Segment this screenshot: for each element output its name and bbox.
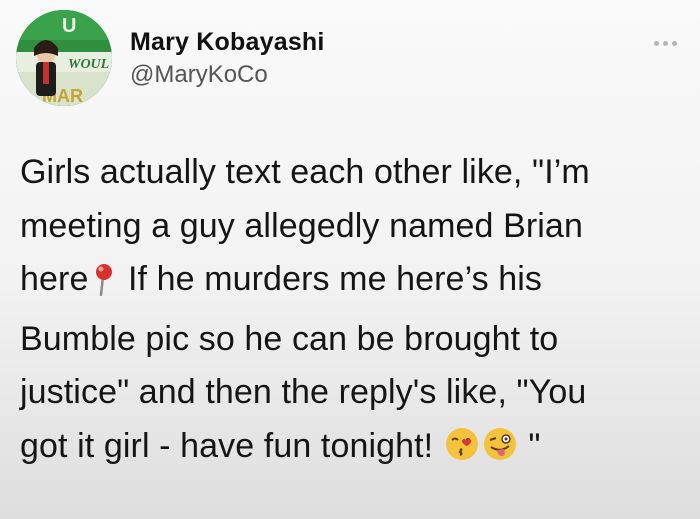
user-handle[interactable]: @MaryKoCo — [130, 60, 325, 90]
more-dot — [672, 40, 677, 46]
tweet-text-segment: here — [20, 260, 89, 298]
svg-text:U: U — [62, 15, 76, 37]
tweet-line: here If he murders me here’s his — [20, 253, 688, 313]
author-info: Mary Kobayashi @MaryKoCo — [130, 27, 325, 90]
display-name[interactable]: Mary Kobayashi — [130, 27, 325, 57]
tweet-line: meeting a guy allegedly named Brian — [20, 206, 583, 245]
tweet-line: got it girl - have fun tonight! " — [20, 420, 688, 480]
winking-face-tongue-icon — [481, 425, 519, 480]
more-dot — [663, 40, 668, 46]
face-blowing-kiss-icon — [443, 425, 481, 480]
tweet-text: Girls actually text each other like, "I’… — [20, 146, 688, 479]
tweet-line: Girls actually text each other like, "I’… — [20, 153, 590, 191]
avatar-sign-text: WOUL — [68, 57, 109, 72]
more-dot — [654, 40, 659, 46]
avatar-image: WOUL MAR U — [16, 10, 112, 106]
tweet-card: WOUL MAR U Mary Kobayashi @MaryKoCo Girl… — [0, 0, 700, 519]
tweet-line: justice" and then the reply's like, "You — [20, 373, 587, 411]
tweet-text-segment: If he murders me here’s his — [118, 260, 543, 298]
round-pushpin-icon — [88, 259, 118, 313]
avatar[interactable]: WOUL MAR U — [16, 10, 112, 106]
tweet-text-segment: got it girl - have fun tonight! — [20, 426, 434, 465]
more-options-icon[interactable] — [654, 36, 690, 50]
tweet-line: Bumble pic so he can be brought to — [20, 319, 559, 358]
closing-quote: " — [528, 426, 541, 465]
